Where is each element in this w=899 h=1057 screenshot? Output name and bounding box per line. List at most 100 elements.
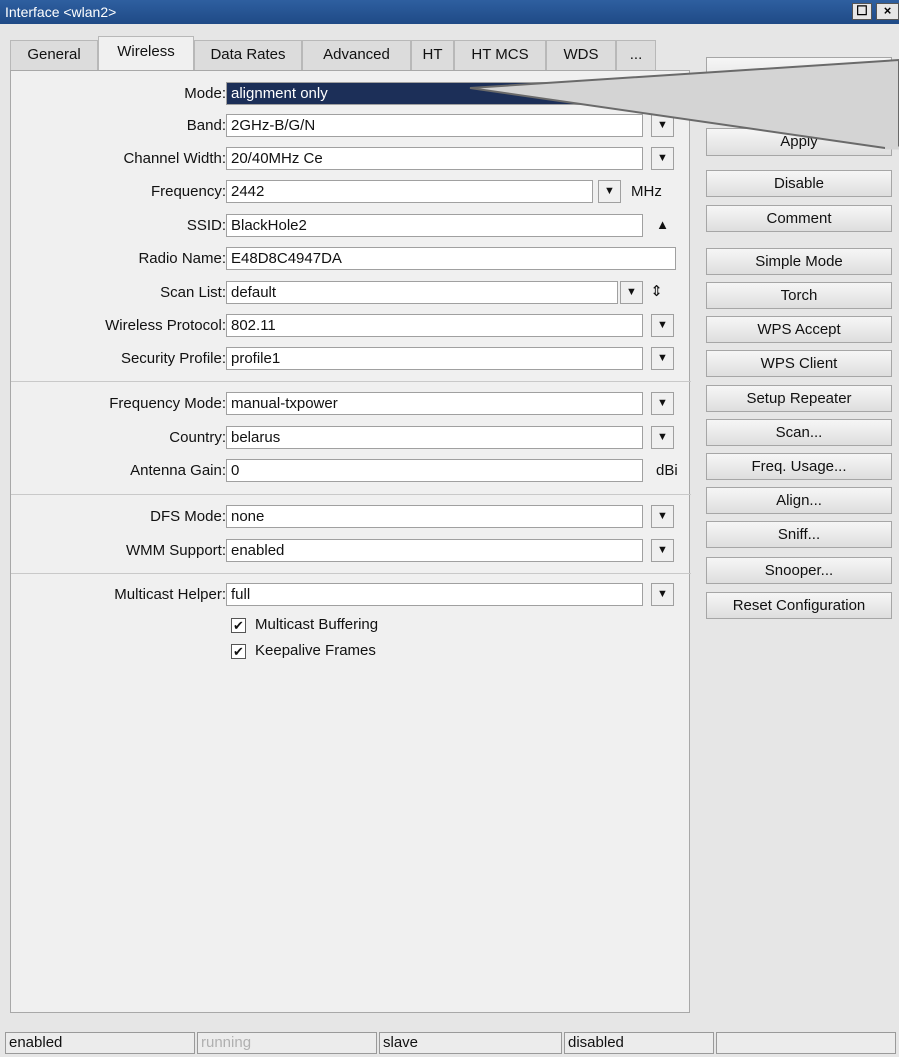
tab-advanced[interactable]: Advanced [302, 40, 411, 70]
torch-button[interactable]: Torch [706, 282, 892, 309]
align-button[interactable]: Align... [706, 487, 892, 514]
ok-button[interactable]: OK [706, 57, 892, 92]
frequency-dropdown-icon[interactable]: ▼ [598, 180, 621, 203]
wmm-support-row: WMM Support: enabled ▼ [11, 539, 691, 563]
tab-data-rates[interactable]: Data Rates [194, 40, 302, 70]
freq-usage-button[interactable]: Freq. Usage... [706, 453, 892, 480]
security-profile-label: Security Profile: [120, 350, 226, 367]
wireless-settings-panel: Mode: alignment only ▼ Band: 2GHz-B/G/N … [10, 70, 691, 1013]
frequency-mode-label: Frequency Mode: [109, 395, 226, 412]
scan-list-dropdown-icon[interactable]: ▼ [620, 281, 643, 304]
status-running: running [197, 1032, 377, 1054]
ssid-row: SSID: BlackHole2 ▲ [11, 214, 691, 238]
status-extra [716, 1032, 896, 1054]
close-icon[interactable]: × [876, 3, 899, 20]
channel-width-dropdown-icon[interactable]: ▼ [651, 147, 674, 170]
scan-list-label: Scan List: [160, 284, 226, 301]
radio-name-input[interactable]: E48D8C4947DA [226, 247, 676, 270]
dfs-mode-row: DFS Mode: none ▼ [11, 505, 691, 529]
radio-name-label: Radio Name: [138, 250, 226, 267]
country-label: Country: [169, 429, 226, 446]
collapse-up-icon[interactable]: ▲ [651, 214, 674, 237]
tab-general[interactable]: General [10, 40, 98, 70]
band-row: Band: 2GHz-B/G/N ▼ [11, 114, 691, 138]
multicast-helper-dropdown-icon[interactable]: ▼ [651, 583, 674, 606]
band-dropdown-icon[interactable]: ▼ [651, 114, 674, 137]
mode-select[interactable]: alignment only [226, 82, 643, 105]
tab-wds[interactable]: WDS [546, 40, 616, 70]
country-dropdown-icon[interactable]: ▼ [651, 426, 674, 449]
band-select[interactable]: 2GHz-B/G/N [226, 114, 643, 137]
channel-width-label: Channel Width: [123, 150, 226, 167]
wmm-support-select[interactable]: enabled [226, 539, 643, 562]
tab-wireless[interactable]: Wireless [98, 36, 194, 70]
antenna-gain-input[interactable]: 0 [226, 459, 643, 482]
multicast-helper-select[interactable]: full [226, 583, 643, 606]
separator [11, 381, 691, 382]
setup-repeater-button[interactable]: Setup Repeater [706, 385, 892, 412]
security-profile-row: Security Profile: profile1 ▼ [11, 347, 691, 371]
multicast-helper-row: Multicast Helper: full ▼ [11, 583, 691, 607]
wireless-protocol-dropdown-icon[interactable]: ▼ [651, 314, 674, 337]
apply-button[interactable]: Apply [706, 128, 892, 156]
tab-more[interactable]: ... [616, 40, 656, 70]
frequency-mode-dropdown-icon[interactable]: ▼ [651, 392, 674, 415]
radio-name-row: Radio Name: E48D8C4947DA [11, 247, 691, 271]
checkmark-icon[interactable]: ✔ [231, 618, 246, 633]
scan-list-select[interactable]: default [226, 281, 618, 304]
antenna-gain-unit: dBi [656, 462, 678, 479]
window-title: Interface <wlan2> [5, 4, 117, 20]
wps-client-button[interactable]: WPS Client [706, 350, 892, 377]
mode-row: Mode: alignment only ▼ [11, 82, 691, 106]
wireless-protocol-label: Wireless Protocol: [105, 317, 226, 334]
frequency-mode-row: Frequency Mode: manual-txpower ▼ [11, 392, 691, 416]
checkmark-icon[interactable]: ✔ [231, 644, 246, 659]
frequency-label: Frequency: [150, 183, 226, 200]
multicast-buffering-label: Multicast Buffering [255, 616, 379, 633]
keepalive-frames-label: Keepalive Frames [255, 642, 376, 659]
wireless-protocol-row: Wireless Protocol: 802.11 ▼ [11, 314, 691, 338]
channel-width-select[interactable]: 20/40MHz Ce [226, 147, 643, 170]
disable-button[interactable]: Disable [706, 170, 892, 197]
tab-ht[interactable]: HT [411, 40, 454, 70]
frequency-mode-select[interactable]: manual-txpower [226, 392, 643, 415]
dfs-mode-select[interactable]: none [226, 505, 643, 528]
status-slave: slave [379, 1032, 562, 1054]
country-select[interactable]: belarus [226, 426, 643, 449]
sniff-button[interactable]: Sniff... [706, 521, 892, 548]
frequency-row: Frequency: 2442 ▼ MHz [11, 180, 691, 204]
reset-configuration-button[interactable]: Reset Configuration [706, 592, 892, 619]
antenna-gain-row: Antenna Gain: 0 dBi [11, 459, 691, 483]
maximize-icon[interactable]: ☐ [852, 3, 872, 20]
wireless-protocol-select[interactable]: 802.11 [226, 314, 643, 337]
channel-width-row: Channel Width: 20/40MHz Ce ▼ [11, 147, 691, 171]
scan-list-row: Scan List: default ▼ ⇕ [11, 281, 691, 305]
status-disabled: disabled [564, 1032, 714, 1054]
tab-ht-mcs[interactable]: HT MCS [454, 40, 546, 70]
security-profile-dropdown-icon[interactable]: ▼ [651, 347, 674, 370]
dfs-mode-dropdown-icon[interactable]: ▼ [651, 505, 674, 528]
up-down-arrows-icon[interactable]: ⇕ [645, 281, 668, 304]
wps-accept-button[interactable]: WPS Accept [706, 316, 892, 343]
multicast-helper-label: Multicast Helper: [114, 586, 226, 603]
separator [11, 573, 691, 574]
mode-dropdown-icon[interactable]: ▼ [651, 82, 674, 105]
window-titlebar: Interface <wlan2> ☐ × [0, 0, 899, 24]
dfs-mode-label: DFS Mode: [150, 508, 226, 525]
separator [11, 494, 691, 495]
band-label: Band: [186, 117, 226, 134]
security-profile-select[interactable]: profile1 [226, 347, 643, 370]
comment-button[interactable]: Comment [706, 205, 892, 232]
mode-label: Mode: [184, 85, 226, 102]
antenna-gain-label: Antenna Gain: [130, 462, 226, 479]
ssid-input[interactable]: BlackHole2 [226, 214, 643, 237]
snooper-button[interactable]: Snooper... [706, 557, 892, 584]
frequency-select[interactable]: 2442 [226, 180, 593, 203]
wmm-support-label: WMM Support: [125, 542, 226, 559]
wmm-support-dropdown-icon[interactable]: ▼ [651, 539, 674, 562]
ssid-label: SSID: [186, 217, 226, 234]
frequency-unit: MHz [631, 183, 662, 200]
simple-mode-button[interactable]: Simple Mode [706, 248, 892, 275]
status-enabled: enabled [5, 1032, 195, 1054]
scan-button[interactable]: Scan... [706, 419, 892, 446]
